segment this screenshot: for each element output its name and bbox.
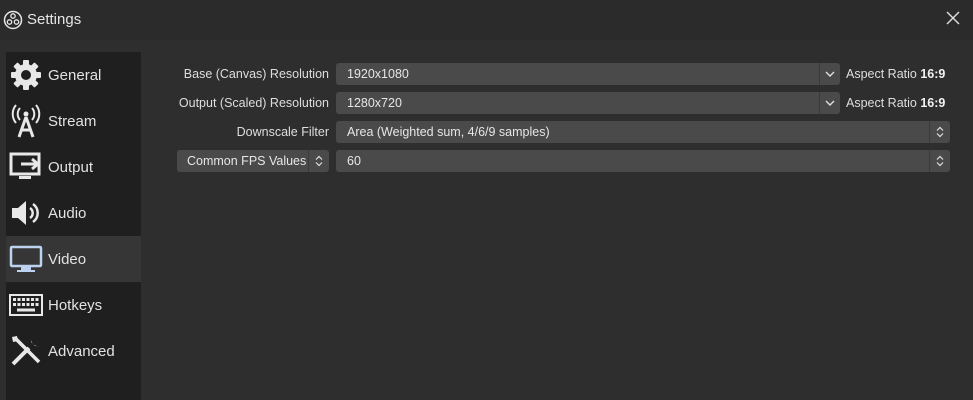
obs-logo-icon: [3, 10, 23, 30]
aspect-ratio-value: 16:9: [920, 96, 946, 110]
sidebar-item-hotkeys[interactable]: Hotkeys: [6, 282, 141, 328]
base-resolution-value: 1920x1080: [347, 67, 409, 81]
fps-type-value: Common FPS Values: [187, 154, 307, 168]
monitor-icon: [8, 241, 44, 277]
fps-type-combo[interactable]: Common FPS Values: [177, 150, 329, 172]
downscale-filter-combo[interactable]: Area (Weighted sum, 4/6/9 samples): [336, 121, 950, 143]
antenna-icon: [8, 103, 44, 139]
downscale-filter-label: Downscale Filter: [236, 125, 329, 139]
up-down-arrows-icon[interactable]: [929, 121, 950, 143]
downscale-filter-row: Downscale Filter Area (Weighted sum, 4/6…: [150, 118, 965, 147]
chevron-down-icon[interactable]: [819, 92, 840, 114]
sidebar-item-label: Output: [48, 158, 94, 176]
output-resolution-combo[interactable]: 1280x720: [336, 92, 840, 114]
output-resolution-label: Output (Scaled) Resolution: [178, 96, 329, 110]
sidebar-item-stream[interactable]: Stream: [6, 98, 141, 144]
output-icon: [8, 149, 44, 185]
sidebar-item-label: Hotkeys: [48, 296, 103, 314]
output-aspect-ratio: Aspect Ratio 16:9: [846, 96, 945, 110]
fps-value-combo[interactable]: 60: [336, 150, 950, 172]
close-icon[interactable]: [945, 10, 961, 26]
window-title: Settings: [27, 11, 82, 28]
aspect-ratio-label: Aspect Ratio: [846, 96, 917, 110]
speaker-icon: [8, 195, 44, 231]
settings-sidebar: General Stream Output Audio Video Hotkey…: [6, 52, 141, 400]
sidebar-item-video[interactable]: Video: [6, 236, 141, 282]
settings-window: Settings General Stream Output Audio Vid…: [0, 0, 973, 400]
video-settings-panel: Base (Canvas) Resolution 1920x1080 Aspec…: [150, 60, 965, 176]
base-aspect-ratio: Aspect Ratio 16:9: [846, 67, 945, 81]
base-resolution-label: Base (Canvas) Resolution: [183, 67, 329, 81]
keyboard-icon: [8, 287, 44, 323]
sidebar-item-label: Stream: [48, 112, 97, 130]
base-resolution-combo[interactable]: 1920x1080: [336, 63, 840, 85]
sidebar-item-output[interactable]: Output: [6, 144, 141, 190]
base-resolution-row: Base (Canvas) Resolution 1920x1080 Aspec…: [150, 60, 965, 89]
sidebar-item-label: Advanced: [48, 342, 115, 360]
sidebar-item-label: Video: [48, 250, 87, 268]
downscale-filter-value: Area (Weighted sum, 4/6/9 samples): [347, 125, 550, 139]
up-down-arrows-icon[interactable]: [929, 150, 950, 172]
sidebar-item-label: General: [48, 66, 102, 84]
tools-icon: [8, 333, 44, 369]
sidebar-item-general[interactable]: General: [6, 52, 141, 98]
up-down-arrows-icon[interactable]: [308, 150, 329, 172]
chevron-down-icon[interactable]: [819, 63, 840, 85]
gear-icon: [8, 57, 44, 93]
sidebar-item-audio[interactable]: Audio: [6, 190, 141, 236]
sidebar-item-advanced[interactable]: Advanced: [6, 328, 141, 374]
output-resolution-row: Output (Scaled) Resolution 1280x720 Aspe…: [150, 89, 965, 118]
output-resolution-value: 1280x720: [347, 96, 402, 110]
fps-value: 60: [347, 154, 361, 168]
fps-row: Common FPS Values 60: [150, 147, 965, 176]
aspect-ratio-value: 16:9: [920, 67, 946, 81]
aspect-ratio-label: Aspect Ratio: [846, 67, 917, 81]
title-bar: Settings: [0, 0, 973, 40]
sidebar-item-label: Audio: [48, 204, 87, 222]
